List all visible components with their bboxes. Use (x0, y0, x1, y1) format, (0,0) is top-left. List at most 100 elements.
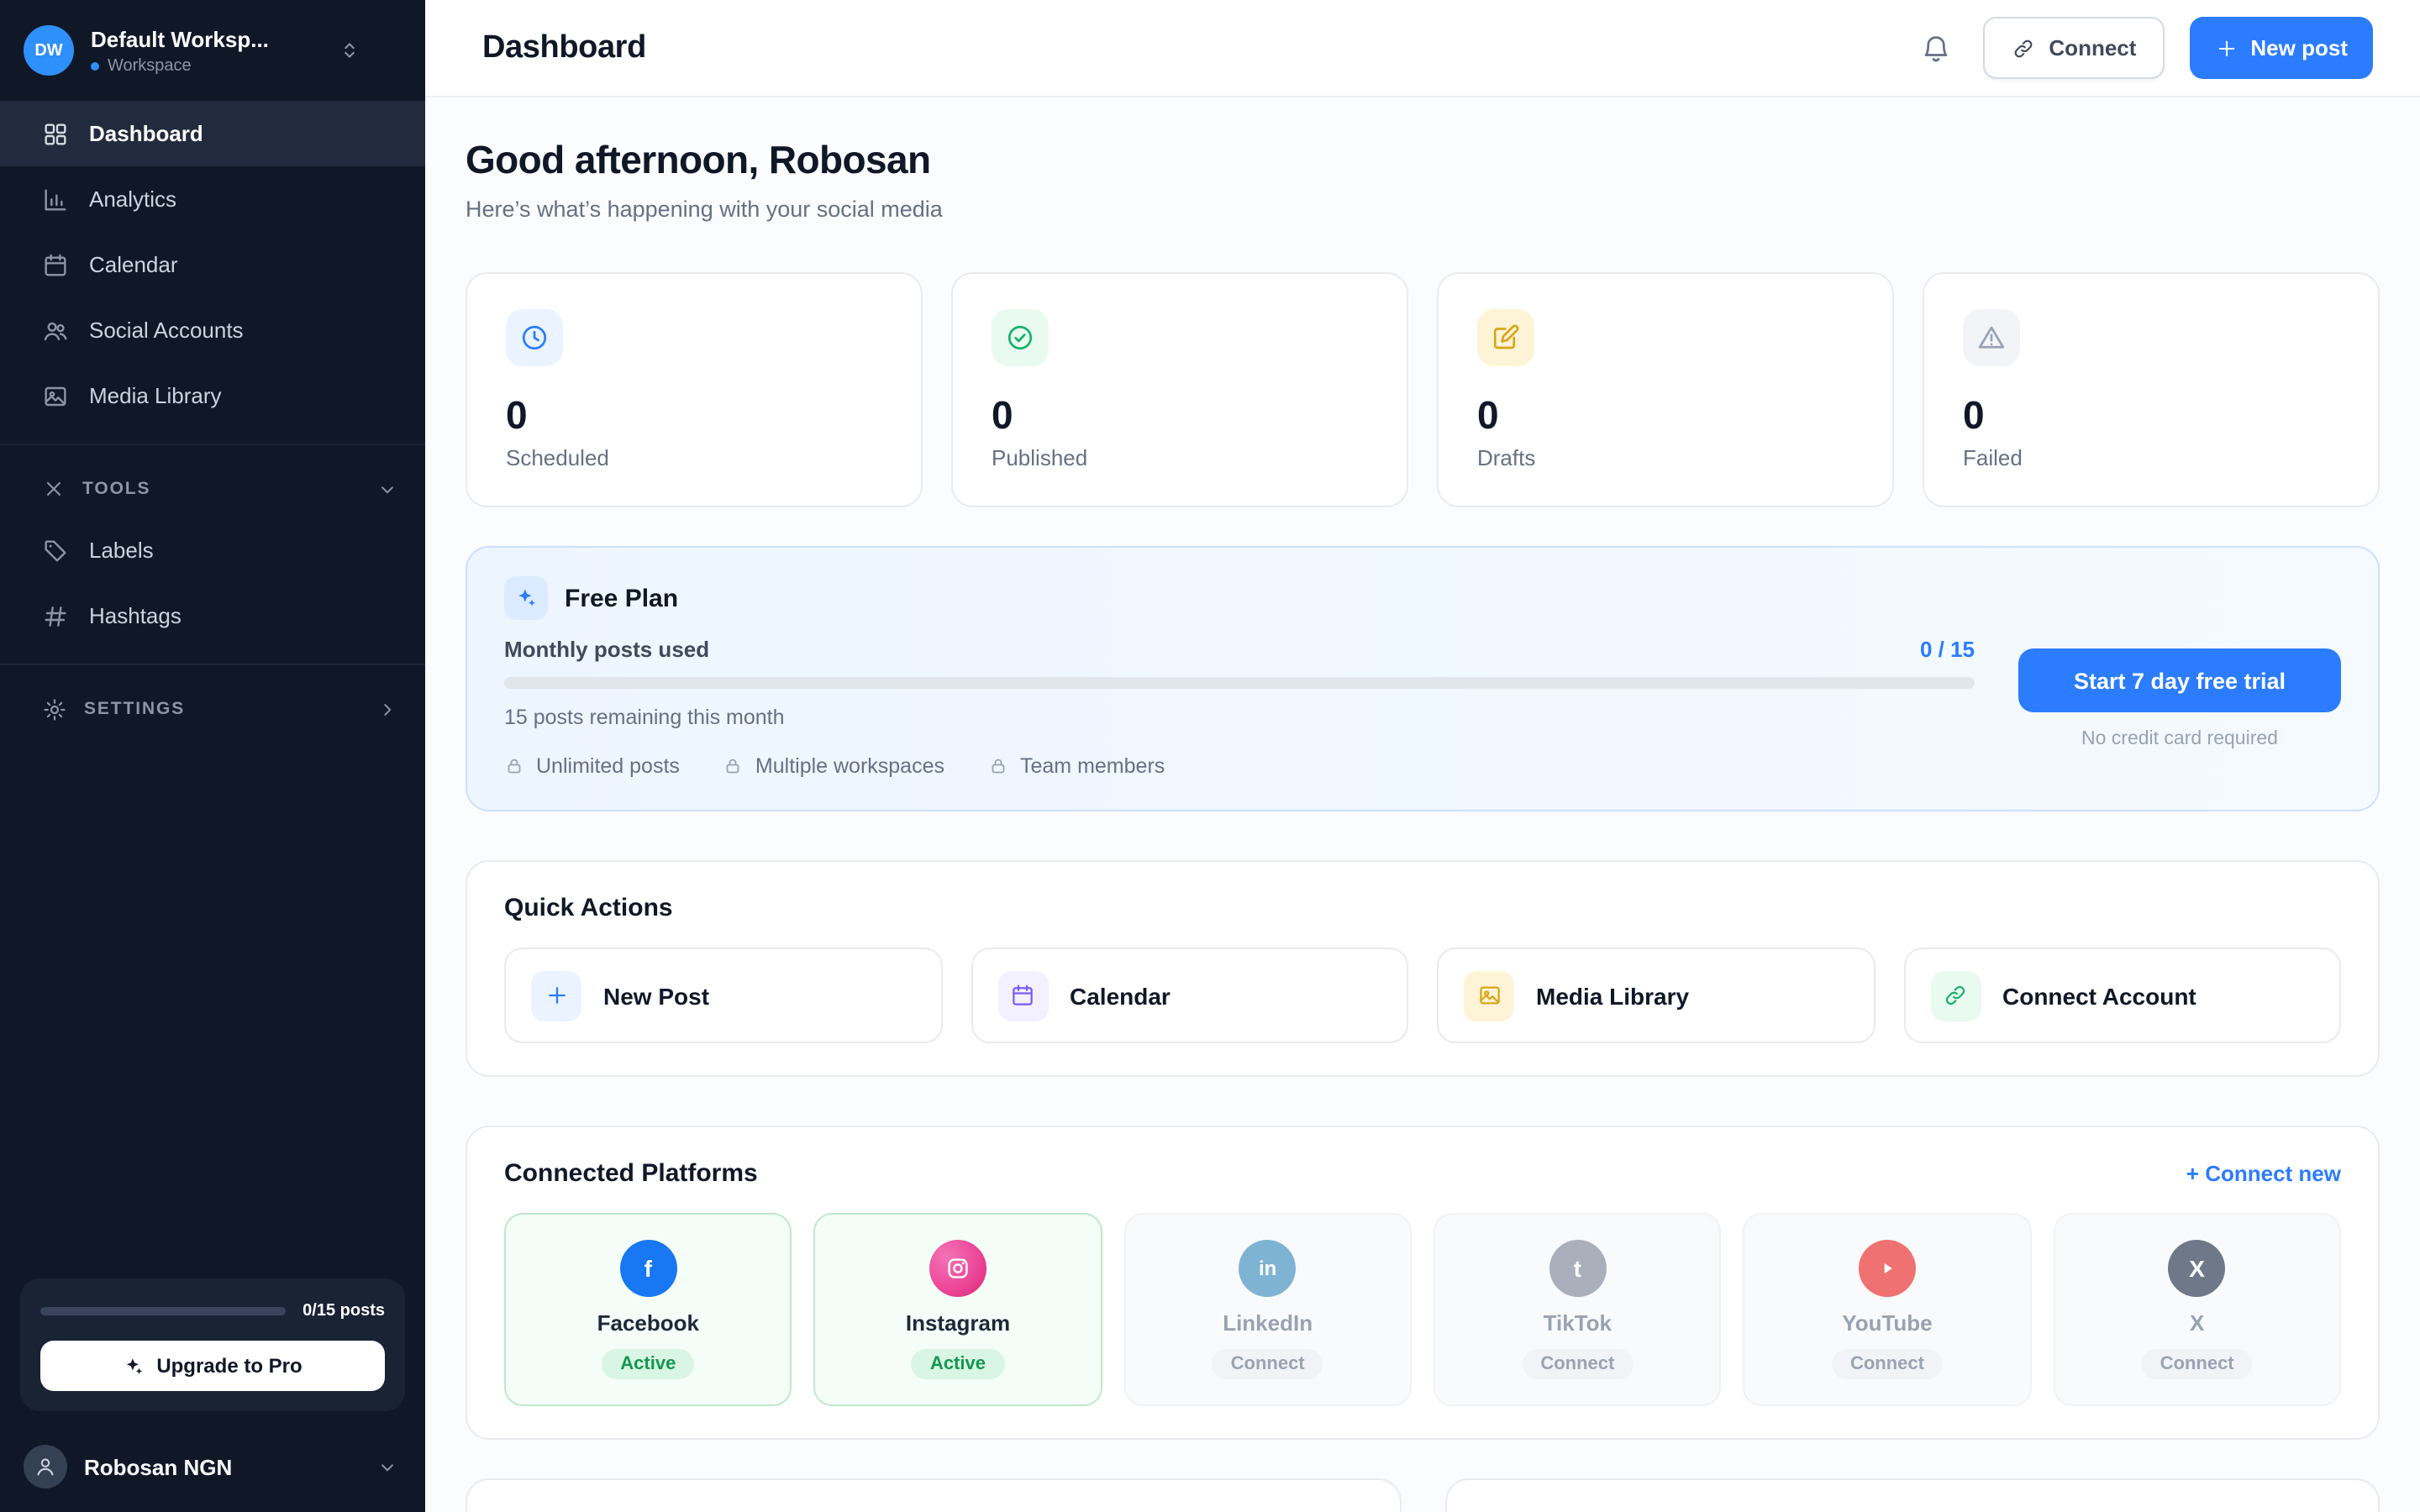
quick-action-label: New Post (603, 982, 709, 1009)
chevron-down-icon (376, 1456, 398, 1478)
quick-actions-grid: New Post Calendar Media Library (504, 948, 2341, 1043)
settings-section-toggle[interactable]: SETTINGS (0, 680, 425, 738)
grid-icon (42, 120, 69, 147)
sidebar-item-label: Hashtags (89, 603, 182, 628)
plan-feature-label: Unlimited posts (536, 754, 680, 778)
connect-badge[interactable]: Connect (1832, 1349, 1943, 1379)
platform-name: TikTok (1544, 1310, 1612, 1336)
sidebar-item-hashtags[interactable]: Hashtags (0, 583, 425, 648)
plan-feature-label: Team members (1020, 754, 1165, 778)
platform-tile-linkedin[interactable]: in LinkedIn Connect (1123, 1213, 1412, 1406)
greeting-subtitle: Here’s what’s happening with your social… (466, 197, 2380, 222)
plan-remaining-text: 15 posts remaining this month (504, 706, 1975, 729)
topbar: Dashboard Connect New post (425, 0, 2420, 97)
platform-name: LinkedIn (1223, 1310, 1313, 1336)
plan-header: Free Plan (504, 576, 2341, 620)
plan-usage-section: Monthly posts used 0 / 15 15 posts remai… (504, 637, 1975, 778)
tools-section-toggle[interactable]: TOOLS (0, 460, 425, 517)
quick-action-calendar[interactable]: Calendar (971, 948, 1408, 1043)
stat-card-failed: 0 Failed (1923, 272, 2380, 507)
sidebar-item-calendar[interactable]: Calendar (0, 232, 425, 297)
connected-platforms-card: Connected Platforms + Connect new f Face… (466, 1126, 2380, 1440)
plan-usage-value: 0 / 15 (1920, 637, 1975, 662)
quick-actions-card: Quick Actions New Post Calendar (466, 860, 2380, 1077)
quick-action-media-library[interactable]: Media Library (1437, 948, 1875, 1043)
recently-published-card: Recently Published 0 this month (1444, 1478, 2380, 1512)
platforms-grid: f Facebook Active Instagram Active in Li… (504, 1213, 2341, 1406)
upgrade-to-pro-button[interactable]: Upgrade to Pro (40, 1341, 385, 1391)
tools-section-label: TOOLS (82, 479, 150, 499)
connect-badge[interactable]: Connect (1213, 1349, 1323, 1379)
workspace-name: Default Worksp... (91, 26, 321, 51)
sidebar-item-label: Dashboard (89, 121, 203, 146)
connect-button-label: Connect (2049, 35, 2136, 60)
connect-badge[interactable]: Connect (1522, 1349, 1633, 1379)
start-trial-button[interactable]: Start 7 day free trial (2018, 648, 2341, 712)
youtube-icon (1859, 1240, 1916, 1297)
plan-progress-bar (504, 677, 1975, 689)
settings-section-label: SETTINGS (84, 699, 185, 719)
tiktok-icon: t (1549, 1240, 1606, 1297)
platform-tile-x[interactable]: X X Connect (2053, 1213, 2341, 1406)
connected-platforms-title: Connected Platforms (504, 1159, 758, 1188)
user-name: Robosan NGN (84, 1454, 360, 1479)
connect-new-link[interactable]: + Connect new (2186, 1161, 2341, 1186)
sidebar-item-label: Labels (89, 538, 154, 563)
platform-name: X (2190, 1310, 2204, 1336)
greeting-title: Good afternoon, Robosan (466, 138, 2380, 183)
users-icon (42, 317, 69, 344)
stat-value: 0 (506, 393, 882, 438)
connect-button[interactable]: Connect (1983, 17, 2165, 79)
posts-usage-label: 0/15 posts (302, 1302, 385, 1320)
notifications-button[interactable] (1914, 26, 1958, 70)
gear-icon (42, 696, 67, 722)
workspace-type: Workspace (91, 56, 321, 75)
quick-action-new-post[interactable]: New Post (504, 948, 942, 1043)
sparkles-icon (123, 1355, 145, 1377)
platform-tile-facebook[interactable]: f Facebook Active (504, 1213, 792, 1406)
platform-tile-tiktok[interactable]: t TikTok Connect (1434, 1213, 1722, 1406)
sidebar-item-label: Analytics (89, 186, 176, 212)
sidebar-item-label: Media Library (89, 383, 222, 408)
x-icon: X (2169, 1240, 2226, 1297)
quick-actions-title: Quick Actions (504, 894, 2341, 922)
stat-label: Scheduled (506, 445, 882, 470)
tools-icon (42, 477, 66, 501)
stat-card-published: 0 Published (951, 272, 1408, 507)
platform-name: Instagram (906, 1310, 1010, 1336)
workspace-status-dot (91, 61, 99, 70)
sidebar-item-label: Social Accounts (89, 318, 244, 343)
sidebar-item-label: Calendar (89, 252, 178, 277)
workspace-avatar: DW (24, 25, 74, 76)
plus-icon (2215, 36, 2238, 60)
sidebar-item-media-library[interactable]: Media Library (0, 363, 425, 428)
posts-usage-bar (40, 1307, 286, 1315)
workspace-switcher[interactable]: DW Default Worksp... Workspace (0, 0, 425, 97)
facebook-icon: f (619, 1240, 676, 1297)
sidebar-item-labels[interactable]: Labels (0, 517, 425, 583)
topbar-actions: Connect New post (1914, 17, 2373, 79)
upcoming-posts-card: Upcoming Posts View calendar (466, 1478, 1401, 1512)
workspace-type-label: Workspace (108, 56, 192, 75)
sidebar-item-dashboard[interactable]: Dashboard (0, 101, 425, 166)
chevron-right-icon (376, 698, 398, 720)
new-post-button-label: New post (2250, 35, 2348, 60)
connect-badge[interactable]: Connect (2142, 1349, 2253, 1379)
sidebar-divider (0, 444, 425, 445)
clock-icon (506, 309, 563, 366)
quick-action-connect-account[interactable]: Connect Account (1903, 948, 2341, 1043)
plus-icon (531, 970, 581, 1021)
connected-platforms-header: Connected Platforms + Connect new (504, 1159, 2341, 1188)
platform-tile-instagram[interactable]: Instagram Active (814, 1213, 1102, 1406)
new-post-button[interactable]: New post (2190, 17, 2373, 79)
quick-action-label: Connect Account (2002, 982, 2196, 1009)
quick-action-label: Media Library (1536, 982, 1689, 1009)
plan-usage-label: Monthly posts used (504, 637, 709, 662)
plan-name: Free Plan (565, 584, 678, 612)
sidebar-item-social-accounts[interactable]: Social Accounts (0, 297, 425, 363)
lock-icon (504, 756, 524, 776)
sidebar: DW Default Worksp... Workspace Dashboard… (0, 0, 425, 1512)
user-menu[interactable]: Robosan NGN (0, 1428, 425, 1512)
sidebar-item-analytics[interactable]: Analytics (0, 166, 425, 232)
platform-tile-youtube[interactable]: YouTube Connect (1744, 1213, 2032, 1406)
